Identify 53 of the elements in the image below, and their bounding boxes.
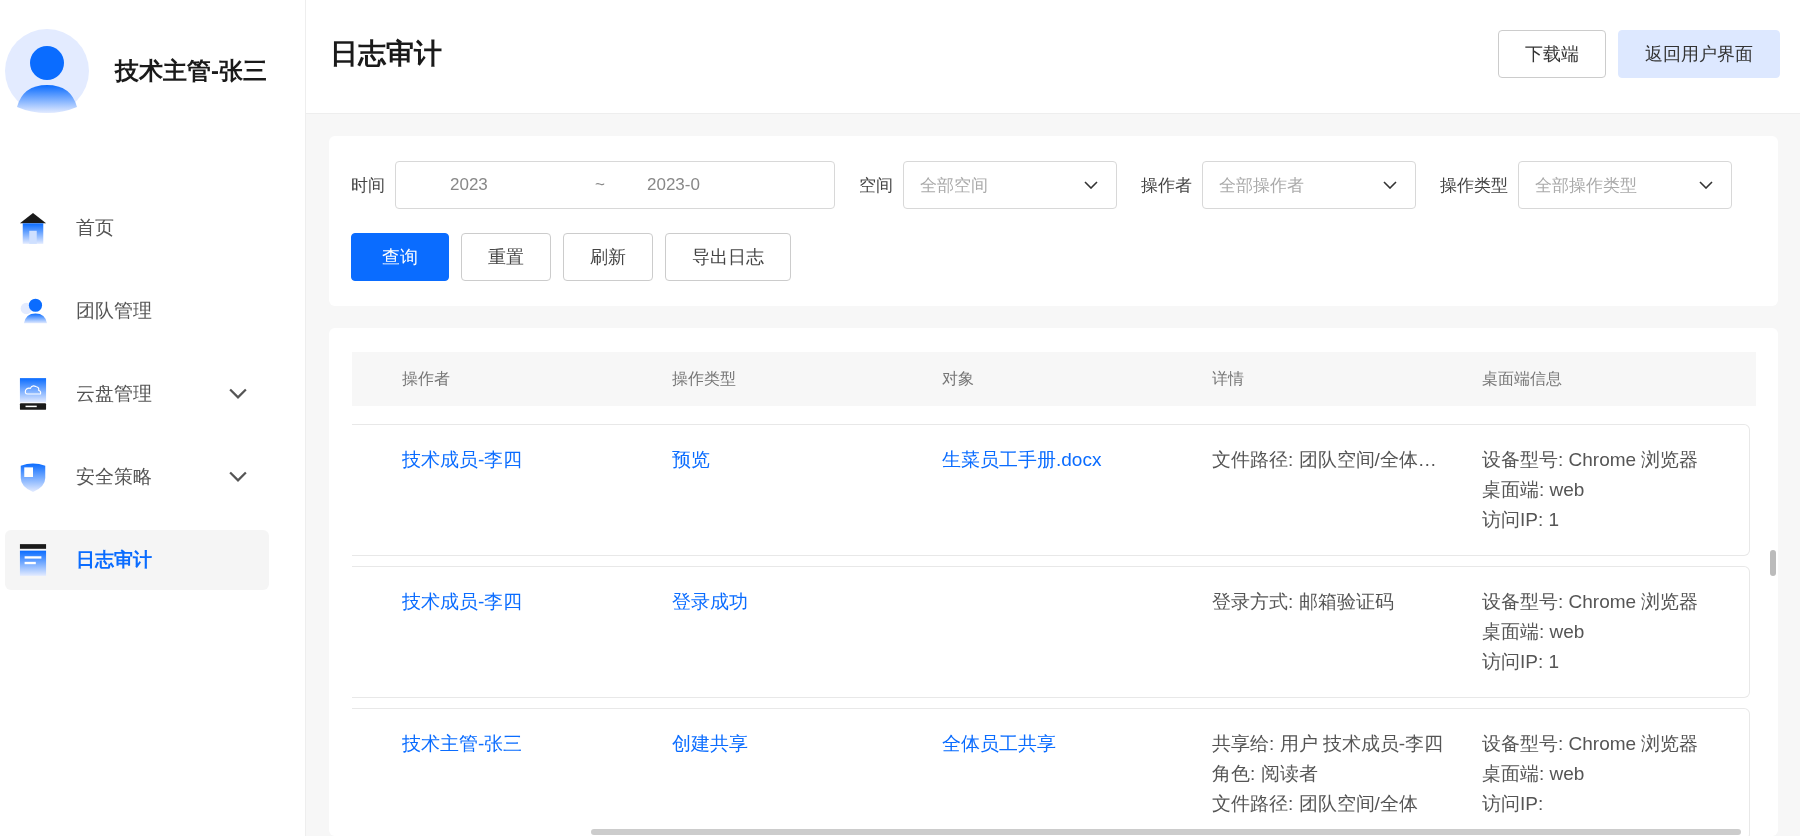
- filter-button[interactable]: 查询: [351, 233, 449, 281]
- desktop-info-text: 访问IP: 1: [1482, 508, 1561, 532]
- detail-text: 角色: 阅读者: [1212, 762, 1319, 786]
- user-name: 技术主管-张三: [115, 56, 267, 86]
- nav-item[interactable]: 团队管理: [5, 281, 269, 341]
- detail-text: 文件路径: 团队空间/全体…: [1212, 448, 1438, 472]
- operator-link[interactable]: 技术主管-张三: [402, 733, 523, 754]
- date-range-field[interactable]: 2023 ~ 2023-0: [395, 161, 835, 209]
- nav-label: 首页: [76, 216, 115, 240]
- desktop-info-text: 访问IP:: [1482, 792, 1545, 816]
- filter-label: 操作类型: [1440, 174, 1508, 197]
- operation-type-link[interactable]: 创建共享: [672, 733, 748, 754]
- filter-label: 时间: [351, 174, 385, 197]
- desktop-info-text: 设备型号: Chrome 浏览器: [1482, 732, 1700, 756]
- desktop-info-text: 设备型号: Chrome 浏览器: [1482, 590, 1700, 614]
- column-header: 操作类型: [672, 370, 736, 387]
- desktop-info-text: 桌面端: web: [1482, 478, 1586, 502]
- operation-type-link[interactable]: 预览: [672, 449, 710, 470]
- page-title: 日志审计: [330, 36, 442, 71]
- object-link[interactable]: 全体员工共享: [942, 733, 1056, 754]
- column-header: 桌面端信息: [1482, 369, 1562, 387]
- desktop-info-text: 桌面端: web: [1482, 762, 1586, 786]
- nav-item[interactable]: 安全策略: [5, 447, 269, 507]
- column-header: 操作者: [402, 370, 450, 387]
- header-button[interactable]: 下载端: [1498, 29, 1606, 78]
- detail-text: 登录方式: 邮箱验证码: [1212, 590, 1395, 614]
- filter-label: 操作者: [1141, 174, 1192, 197]
- select-field[interactable]: 全部操作者: [1202, 161, 1416, 209]
- nav-label: 云盘管理: [76, 382, 153, 406]
- operator-link[interactable]: 技术成员-李四: [402, 591, 523, 612]
- header-button[interactable]: 返回用户界面: [1618, 29, 1780, 78]
- desktop-info-text: 桌面端: web: [1482, 620, 1586, 644]
- object-link[interactable]: 生菜员工手册.docx: [942, 449, 1102, 470]
- select-field[interactable]: 全部操作类型: [1518, 161, 1732, 209]
- detail-text: 文件路径: 团队空间/全体: [1212, 792, 1419, 816]
- nav-item[interactable]: 首页: [5, 198, 269, 258]
- select-field[interactable]: 全部空间: [903, 161, 1117, 209]
- desktop-info-text: 设备型号: Chrome 浏览器: [1482, 448, 1700, 472]
- column-header: 对象: [942, 370, 974, 387]
- filter-button[interactable]: 刷新: [563, 233, 653, 281]
- filter-label: 空间: [859, 174, 893, 197]
- operator-link[interactable]: 技术成员-李四: [402, 449, 523, 470]
- nav-item[interactable]: 日志审计: [5, 530, 269, 590]
- operation-type-link[interactable]: 登录成功: [672, 591, 748, 612]
- filter-button[interactable]: 重置: [461, 233, 551, 281]
- nav-item[interactable]: 云盘管理: [5, 364, 269, 424]
- nav-label: 日志审计: [76, 548, 153, 572]
- desktop-info-text: 访问IP: 1: [1482, 650, 1561, 674]
- filter-button[interactable]: 导出日志: [665, 233, 791, 281]
- column-header: 详情: [1212, 369, 1244, 387]
- nav-label: 安全策略: [76, 465, 153, 489]
- nav-label: 团队管理: [76, 299, 153, 323]
- detail-text: 共享给: 用户 技术成员-李四: [1212, 732, 1445, 756]
